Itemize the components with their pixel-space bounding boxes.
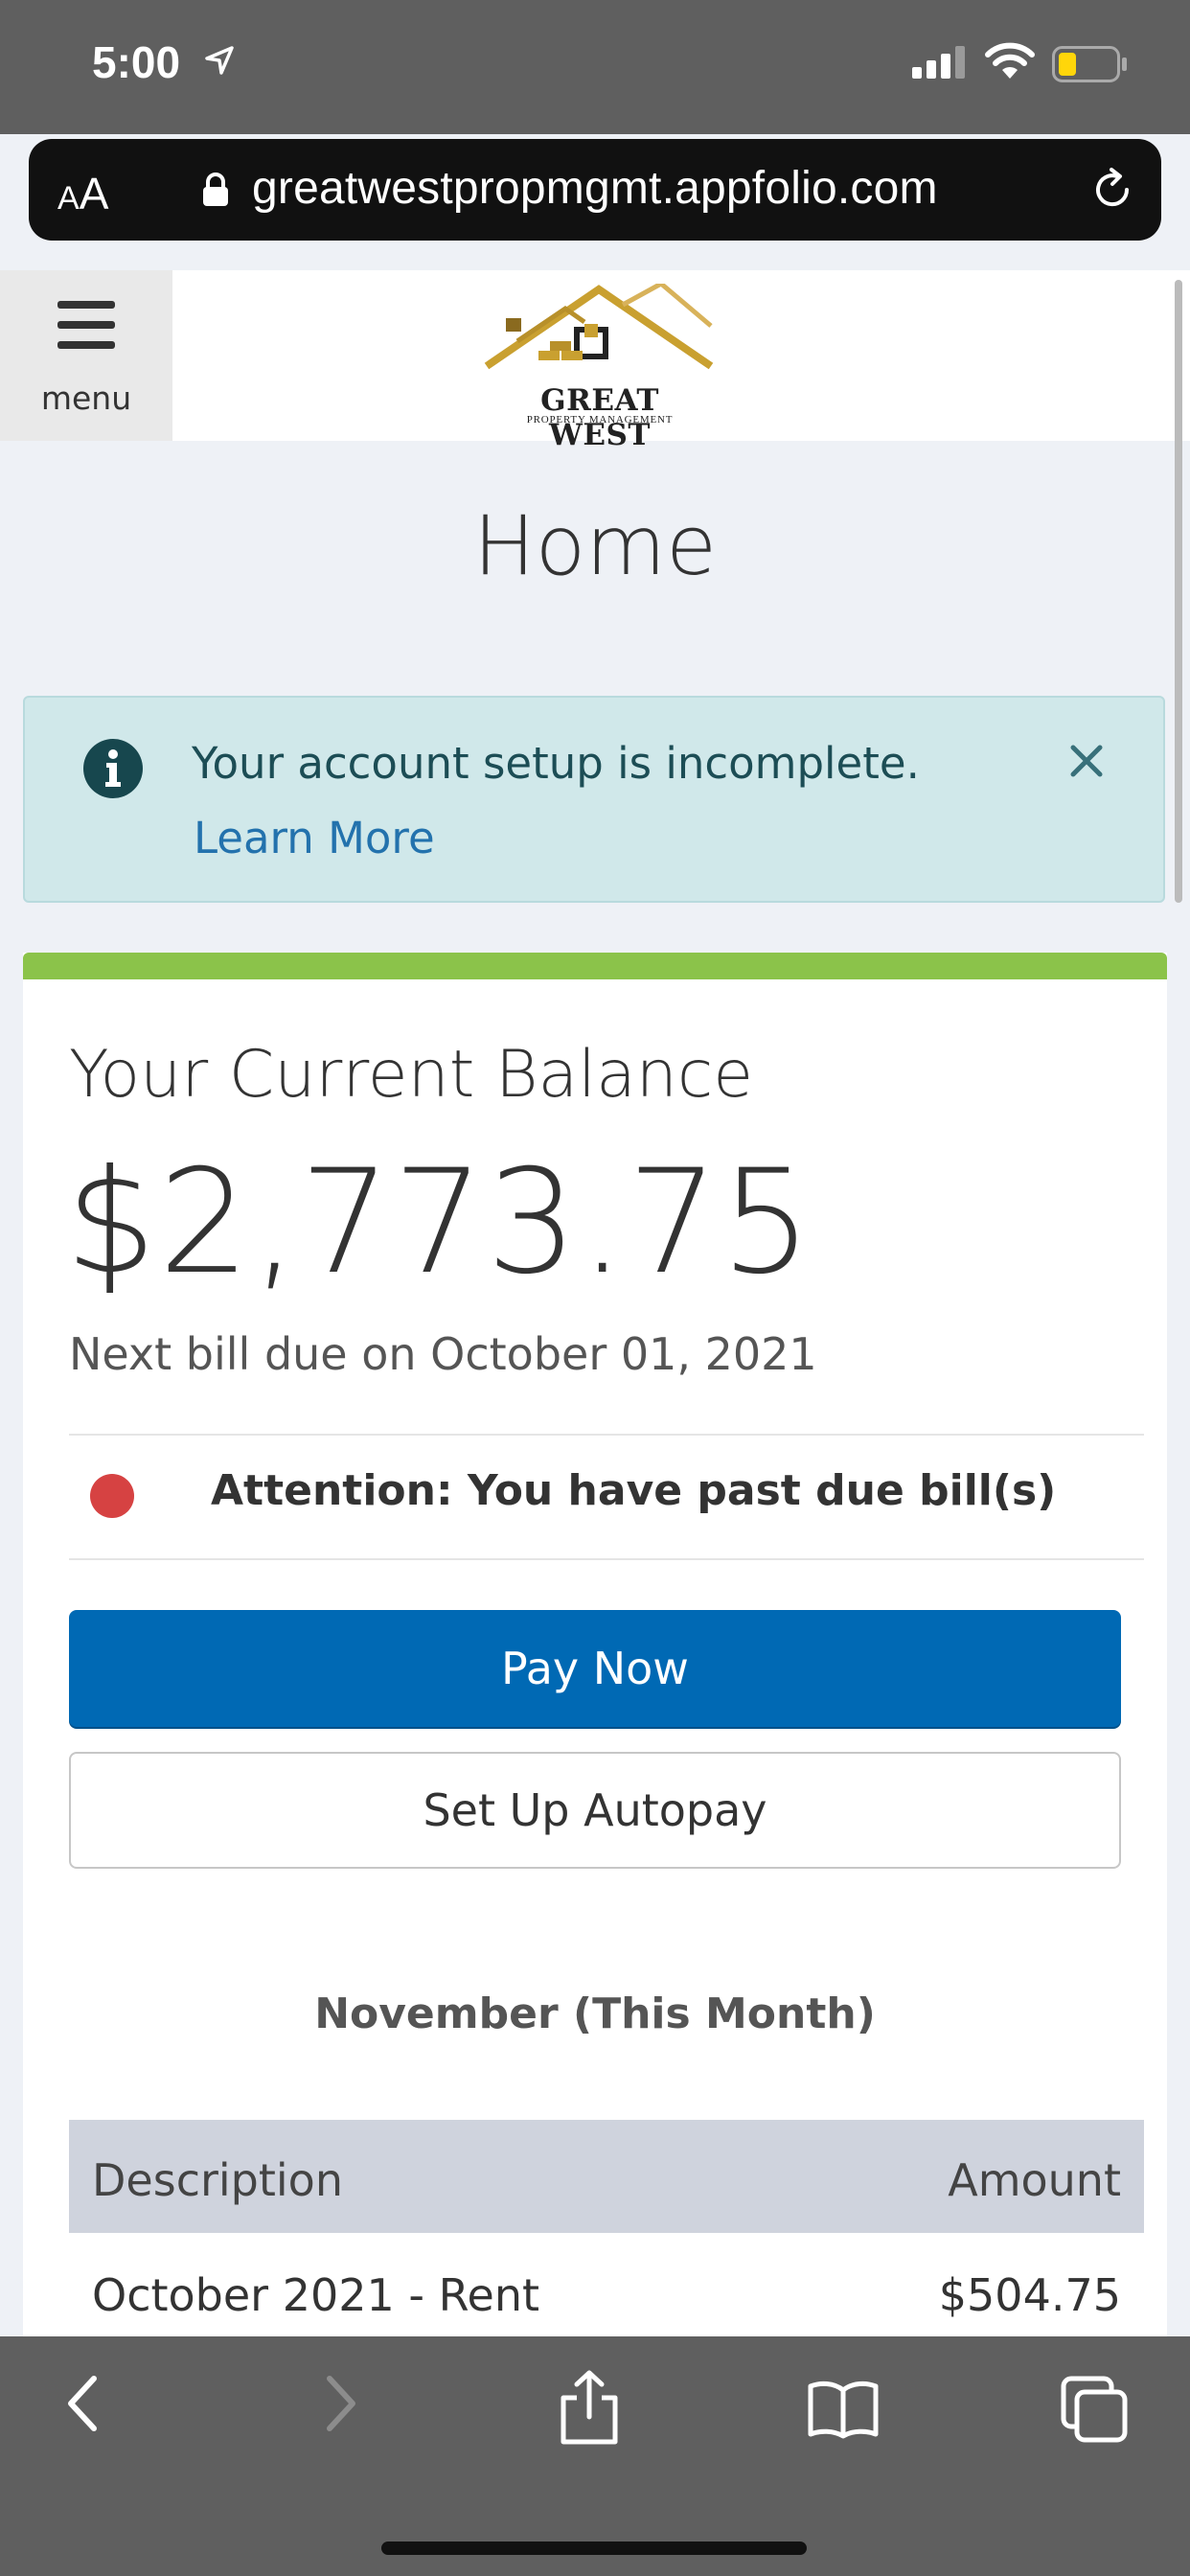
menu-label: menu <box>40 380 132 417</box>
browser-toolbar <box>0 2336 1190 2576</box>
wifi-icon <box>985 42 1035 79</box>
column-description: Description <box>92 2154 343 2206</box>
back-icon[interactable] <box>59 2373 107 2434</box>
alert-message: Your account setup is incomplete. <box>192 738 920 789</box>
home-indicator[interactable] <box>381 2542 807 2555</box>
menu-button[interactable]: menu <box>0 270 172 441</box>
location-arrow-icon <box>205 46 234 75</box>
site-header: menu GREAT WEST PROPERTY MANAGEMENT <box>0 270 1190 452</box>
row-amount: $504.75 <box>938 2269 1121 2321</box>
lock-icon <box>203 172 228 206</box>
row-description: October 2021 - Rent <box>92 2269 540 2321</box>
balance-amount: $2,773.75 <box>65 1139 814 1306</box>
text-size-button[interactable]: AA <box>57 168 108 219</box>
great-west-logo-icon[interactable] <box>479 284 719 387</box>
past-due-indicator-dot <box>90 1474 134 1518</box>
next-bill-due: Next bill due on October 01, 2021 <box>69 1328 817 1380</box>
setup-autopay-button[interactable]: Set Up Autopay <box>69 1752 1121 1869</box>
status-bar: 5:00 <box>0 0 1190 134</box>
browser-address-bar[interactable]: AA greatwestpropmgmt.appfolio.com <box>29 139 1161 241</box>
battery-low-icon <box>1052 46 1127 82</box>
charges-table-header: Description Amount <box>69 2120 1144 2233</box>
column-amount: Amount <box>948 2154 1121 2206</box>
reload-icon[interactable] <box>1088 166 1136 214</box>
share-icon[interactable] <box>556 2369 623 2446</box>
tabs-icon[interactable] <box>1060 2375 1129 2444</box>
url-text[interactable]: greatwestpropmgmt.appfolio.com <box>252 162 938 215</box>
forward-icon[interactable] <box>316 2373 364 2434</box>
balance-card: Your Current Balance $2,773.75 Next bill… <box>23 953 1167 2342</box>
pay-now-button[interactable]: Pay Now <box>69 1610 1121 1727</box>
learn-more-link[interactable]: Learn More <box>194 813 435 863</box>
table-row: October 2021 - Rent $504.75 <box>69 2235 1144 2348</box>
card-accent-bar <box>23 953 1167 979</box>
bookmarks-icon[interactable] <box>807 2379 880 2440</box>
divider <box>69 1558 1144 1560</box>
hamburger-menu-icon <box>57 301 115 349</box>
close-icon[interactable] <box>1069 744 1104 778</box>
page-title: Home <box>473 498 717 594</box>
account-setup-alert: Your account setup is incomplete. Learn … <box>23 696 1165 903</box>
past-due-attention: Attention: You have past due bill(s) <box>211 1466 1057 1515</box>
logo-tagline: PROPERTY MANAGEMENT <box>526 414 674 426</box>
info-icon <box>83 739 143 798</box>
charges-period-heading: November (This Month) <box>314 1990 876 2038</box>
status-time: 5:00 <box>92 37 181 87</box>
divider <box>69 1434 1144 1436</box>
balance-title: Your Current Balance <box>69 1037 754 1113</box>
cellular-signal-icon <box>912 46 965 79</box>
